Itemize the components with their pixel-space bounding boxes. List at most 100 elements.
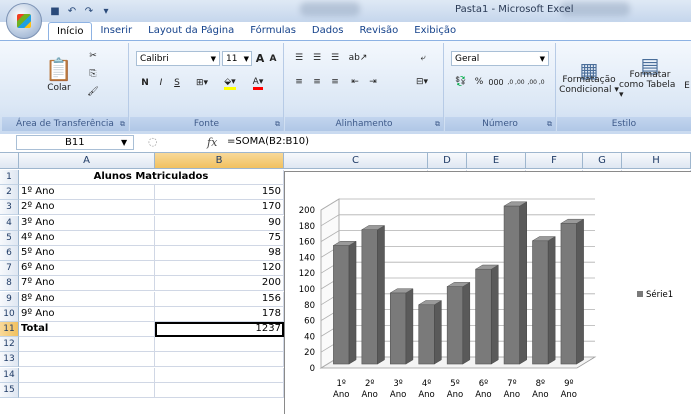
redo-icon[interactable]: ↷ — [82, 4, 96, 18]
column-header-E[interactable]: E — [467, 153, 526, 169]
row-header-6[interactable]: 6 — [0, 246, 19, 261]
row-header-1[interactable]: 1 — [0, 170, 19, 185]
column-header-G[interactable]: G — [583, 153, 622, 169]
cell-B14[interactable] — [155, 367, 284, 383]
underline-button[interactable]: S — [170, 75, 184, 91]
align-right-icon[interactable]: ≡ — [327, 75, 343, 89]
dialog-launcher-icon[interactable]: ⧉ — [275, 120, 280, 129]
cell-B9[interactable]: 156 — [155, 291, 284, 307]
cell-A4[interactable]: 3º Ano — [19, 215, 155, 231]
tab-1[interactable]: Inserir — [92, 22, 140, 40]
align-middle-icon[interactable]: ☰ — [309, 51, 325, 65]
fill-color-button[interactable]: ⬙▾ — [218, 75, 242, 91]
cancel-icon[interactable]: ◌ — [148, 135, 158, 148]
row-header-5[interactable]: 5 — [0, 230, 19, 246]
cut-icon[interactable]: ✂ — [86, 49, 100, 63]
name-box[interactable]: B11 ▼ — [16, 135, 134, 150]
column-header-H[interactable]: H — [622, 153, 691, 169]
undo-icon[interactable]: ↶ — [65, 4, 79, 18]
align-bottom-icon[interactable]: ☰ — [327, 51, 343, 65]
select-all-corner[interactable] — [0, 153, 19, 169]
wrap-text-icon[interactable]: ⤶ — [415, 51, 431, 65]
cell-styles-button[interactable]: E — [683, 81, 691, 91]
row-header-15[interactable]: 15 — [0, 382, 19, 398]
increase-indent-icon[interactable]: ⇥ — [365, 75, 381, 89]
tab-5[interactable]: Revisão — [351, 22, 406, 40]
bold-button[interactable]: N — [138, 75, 152, 91]
cell-A15[interactable] — [19, 382, 155, 398]
save-icon[interactable]: ■ — [48, 4, 62, 18]
tab-3[interactable]: Fórmulas — [242, 22, 304, 40]
cell-A13[interactable] — [19, 352, 155, 368]
decrease-indent-icon[interactable]: ⇤ — [347, 75, 363, 89]
cell-A3[interactable]: 2º Ano — [19, 200, 155, 216]
cell-B7[interactable]: 120 — [155, 261, 284, 277]
row-header-11[interactable]: 11 — [0, 322, 19, 337]
cell-A11[interactable]: Total — [19, 322, 155, 337]
column-header-B[interactable]: B — [155, 153, 284, 169]
dialog-launcher-icon[interactable]: ⧉ — [435, 120, 440, 129]
cell-A9[interactable]: 8º Ano — [19, 291, 155, 307]
customize-icon[interactable]: ▾ — [99, 4, 113, 18]
column-header-C[interactable]: C — [284, 153, 428, 169]
row-header-8[interactable]: 8 — [0, 276, 19, 292]
shrink-font-button[interactable]: A — [267, 51, 279, 66]
conditional-formatting-button[interactable]: ▦ Formatação Condicional ▾ — [559, 47, 619, 113]
cell-A6[interactable]: 5º Ano — [19, 246, 155, 261]
align-left-icon[interactable]: ≡ — [291, 75, 307, 89]
row-header-7[interactable]: 7 — [0, 261, 19, 277]
font-name-field[interactable]: Calibri ▼ — [136, 51, 220, 66]
decrease-decimal-button[interactable]: ,00 ,0 — [527, 73, 545, 91]
cell-B3[interactable]: 170 — [155, 200, 284, 216]
cell-B12[interactable] — [155, 337, 284, 353]
cell-B5[interactable]: 75 — [155, 230, 284, 246]
cell-B6[interactable]: 98 — [155, 246, 284, 261]
cell-B10[interactable]: 178 — [155, 306, 284, 322]
align-center-icon[interactable]: ≡ — [309, 75, 325, 89]
format-painter-icon[interactable]: 🖌 — [86, 85, 100, 99]
number-format-field[interactable]: Geral ▼ — [451, 51, 549, 66]
formula-input[interactable]: =SOMA(B2:B10) — [227, 136, 309, 147]
tab-2[interactable]: Layout da Página — [140, 22, 242, 40]
cell-A2[interactable]: 1º Ano — [19, 185, 155, 201]
row-header-14[interactable]: 14 — [0, 367, 19, 383]
orientation-icon[interactable]: ab↗ — [347, 51, 369, 65]
row-header-4[interactable]: 4 — [0, 215, 19, 231]
cell-A14[interactable] — [19, 367, 155, 383]
row-header-2[interactable]: 2 — [0, 185, 19, 201]
column-header-D[interactable]: D — [428, 153, 467, 169]
increase-decimal-button[interactable]: ,0 ,00 — [507, 73, 525, 91]
copy-icon[interactable]: ⎘ — [86, 67, 100, 81]
cell-A10[interactable]: 9º Ano — [19, 306, 155, 322]
font-color-button[interactable]: A▾ — [246, 75, 270, 91]
cell-B2[interactable]: 150 — [155, 185, 284, 201]
office-button[interactable] — [6, 3, 42, 39]
row-header-3[interactable]: 3 — [0, 200, 19, 216]
cell-B11[interactable]: 1237 — [155, 322, 284, 337]
font-size-field[interactable]: 11 ▼ — [222, 51, 252, 66]
cell-A12[interactable] — [19, 337, 155, 353]
dialog-launcher-icon[interactable]: ⧉ — [120, 120, 125, 129]
column-header-F[interactable]: F — [526, 153, 583, 169]
tab-0[interactable]: Início — [48, 22, 93, 41]
tab-6[interactable]: Exibição — [406, 22, 464, 40]
percent-button[interactable]: % — [473, 75, 485, 89]
row-header-12[interactable]: 12 — [0, 337, 19, 353]
row-header-13[interactable]: 13 — [0, 352, 19, 368]
paste-button[interactable]: 📋 Colar — [42, 49, 76, 101]
cell-B13[interactable] — [155, 352, 284, 368]
cell-A8[interactable]: 7º Ano — [19, 276, 155, 292]
row-header-10[interactable]: 10 — [0, 306, 19, 322]
thousands-button[interactable]: 000 — [487, 75, 505, 89]
insert-function-icon[interactable]: fx — [207, 136, 217, 149]
chart[interactable]: 0 20 40 60 80 100 120 140 160 180 200 1º Ano 2º Ano 3º A… — [284, 171, 691, 414]
merge-center-icon[interactable]: ⊟▾ — [411, 75, 433, 89]
currency-icon[interactable]: 💱 — [451, 75, 471, 89]
tab-4[interactable]: Dados — [304, 22, 352, 40]
cell-B8[interactable]: 200 — [155, 276, 284, 292]
cell-A5[interactable]: 4º Ano — [19, 230, 155, 246]
italic-button[interactable]: I — [154, 75, 168, 91]
align-top-icon[interactable]: ☰ — [291, 51, 307, 65]
column-header-A[interactable]: A — [19, 153, 155, 169]
cell-B15[interactable] — [155, 382, 284, 398]
